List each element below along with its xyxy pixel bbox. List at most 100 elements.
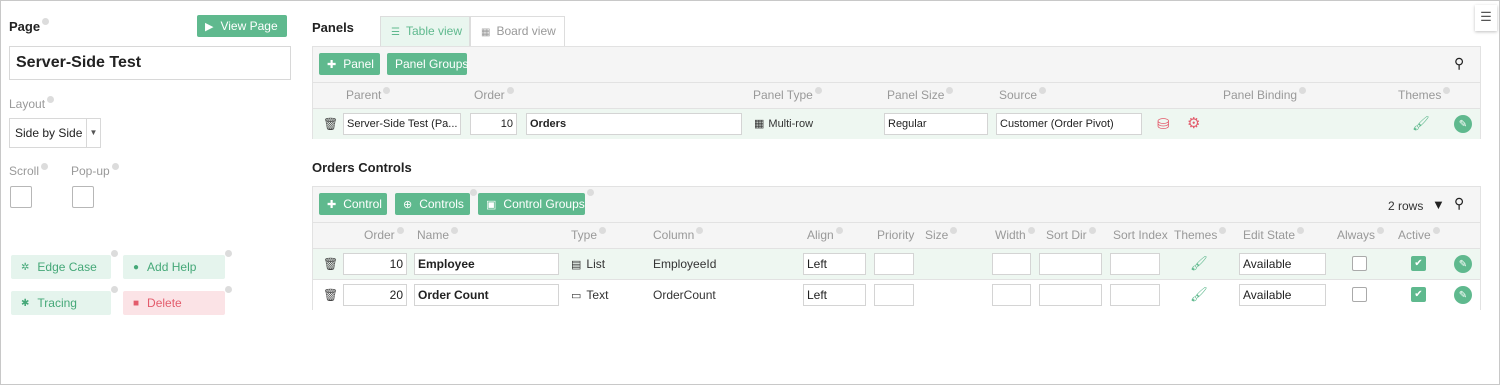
edge-case-button[interactable]: ✲ Edge Case bbox=[11, 255, 111, 279]
table-icon: ▦ bbox=[754, 118, 765, 130]
order-field[interactable]: 20 bbox=[343, 284, 407, 306]
priority-field[interactable] bbox=[874, 284, 914, 306]
edit-icon[interactable]: ✎ bbox=[1454, 286, 1472, 304]
add-help-button[interactable]: ● Add Help bbox=[123, 255, 225, 279]
panel-name-field[interactable]: Orders bbox=[526, 113, 742, 135]
controls-header-row: Order Name Type Column Align Priority Si… bbox=[313, 222, 1480, 248]
header-themes: Themes bbox=[1398, 87, 1451, 102]
view-page-label: View Page bbox=[220, 19, 278, 33]
column-cell: OrderCount bbox=[653, 288, 716, 302]
controls-grid: ✚ Control ⊕ Controls ▣ Control Groups 2 row… bbox=[312, 186, 1481, 310]
sort-index-field[interactable] bbox=[1110, 284, 1160, 306]
active-checkbox[interactable]: ✔ bbox=[1411, 256, 1426, 271]
sort-dir-field[interactable] bbox=[1039, 284, 1102, 306]
tracing-button[interactable]: ✱ Tracing bbox=[11, 291, 111, 315]
popup-label-wrap: Pop-up bbox=[71, 163, 119, 178]
tracing-label: Tracing bbox=[37, 296, 77, 310]
layout-select[interactable]: Side by Side ▼ bbox=[9, 118, 101, 148]
scroll-label-wrap: Scroll bbox=[9, 163, 49, 178]
edit-icon[interactable]: ✎ bbox=[1454, 115, 1472, 133]
panels-title: Panels bbox=[312, 20, 354, 35]
sort-index-field[interactable] bbox=[1110, 253, 1160, 275]
info-icon: ● bbox=[133, 261, 140, 273]
order-field[interactable]: 10 bbox=[343, 253, 407, 275]
order-field[interactable]: 10 bbox=[470, 113, 517, 135]
always-checkbox[interactable] bbox=[1352, 256, 1367, 271]
panels-header-row: Parent Order Panel Type Panel Size Sourc… bbox=[313, 82, 1480, 108]
header-panel-type: Panel Type bbox=[753, 87, 822, 102]
page-name-input[interactable]: Server-Side Test bbox=[9, 46, 291, 80]
panel-size-field[interactable]: Regular bbox=[884, 113, 988, 135]
header-width: Width bbox=[995, 227, 1035, 242]
parent-field[interactable]: Server-Side Test (Pa... bbox=[343, 113, 461, 135]
header-always: Always bbox=[1337, 227, 1385, 242]
help-icon[interactable] bbox=[225, 286, 232, 293]
popup-checkbox[interactable] bbox=[72, 186, 94, 208]
view-page-button[interactable]: ▶ View Page bbox=[197, 15, 287, 37]
row-count: 2 rows bbox=[1388, 199, 1424, 213]
help-icon[interactable] bbox=[111, 286, 118, 293]
scroll-label: Scroll bbox=[9, 164, 40, 178]
help-icon[interactable] bbox=[225, 250, 232, 257]
trash-icon: ■ bbox=[133, 297, 140, 309]
edit-icon[interactable]: ✎ bbox=[1454, 255, 1472, 273]
panel-row[interactable]: 🗑 Server-Side Test (Pa... 10 Orders ▦ Mul… bbox=[313, 108, 1480, 139]
edge-case-label: Edge Case bbox=[37, 260, 97, 274]
search-icon[interactable]: ⚲ bbox=[1454, 55, 1464, 72]
priority-field[interactable] bbox=[874, 253, 914, 275]
brush-icon[interactable]: 🖌 bbox=[1412, 115, 1430, 132]
trash-icon[interactable]: 🗑 bbox=[323, 117, 338, 131]
panel-groups-button[interactable]: Panel Groups bbox=[387, 53, 468, 75]
always-checkbox[interactable] bbox=[1352, 287, 1367, 302]
help-icon[interactable] bbox=[111, 250, 118, 257]
gears-icon[interactable]: ⚙ bbox=[1187, 114, 1200, 132]
brush-icon[interactable]: 🖌 bbox=[1190, 286, 1208, 303]
add-control-button[interactable]: ✚ Control bbox=[319, 193, 387, 215]
delete-button[interactable]: ■ Delete bbox=[123, 291, 225, 315]
controls-title: Orders Controls bbox=[312, 160, 412, 175]
add-control-label: Control bbox=[343, 197, 382, 211]
plus-icon: ✚ bbox=[327, 198, 337, 211]
help-icon[interactable] bbox=[41, 163, 49, 170]
brush-icon[interactable]: 🖌 bbox=[1190, 255, 1208, 272]
groups-icon: ▣ bbox=[486, 198, 497, 211]
table-row[interactable]: 🗑 20 Order Count ▭ Text OrderCount Left 🖌… bbox=[313, 279, 1480, 310]
align-field[interactable]: Left bbox=[803, 253, 866, 275]
trash-icon[interactable]: 🗑 bbox=[323, 288, 338, 302]
header-source: Source bbox=[999, 87, 1047, 102]
add-panel-button[interactable]: ✚ Panel bbox=[319, 53, 380, 75]
active-checkbox[interactable]: ✔ bbox=[1411, 287, 1426, 302]
layout-label-wrap: Layout bbox=[9, 96, 55, 111]
tab-table-view[interactable]: ☰ Table view bbox=[380, 16, 470, 46]
align-field[interactable]: Left bbox=[803, 284, 866, 306]
plus-icon: ✚ bbox=[327, 58, 337, 71]
width-field[interactable] bbox=[992, 284, 1031, 306]
scroll-checkbox[interactable] bbox=[10, 186, 32, 208]
name-field[interactable]: Employee bbox=[414, 253, 559, 275]
help-icon[interactable] bbox=[42, 18, 50, 25]
width-field[interactable] bbox=[992, 253, 1031, 275]
help-icon[interactable] bbox=[47, 96, 55, 103]
tab-board-view[interactable]: ▦ Board view bbox=[470, 16, 565, 46]
database-icon[interactable]: ⛁ bbox=[1157, 115, 1170, 133]
help-icon[interactable] bbox=[470, 189, 477, 196]
help-icon[interactable] bbox=[111, 163, 119, 170]
source-field[interactable]: Customer (Order Pivot) bbox=[996, 113, 1142, 135]
popup-label: Pop-up bbox=[71, 164, 110, 178]
header-type: Type bbox=[571, 227, 607, 242]
plus-circle-icon: ⊕ bbox=[403, 198, 413, 211]
control-groups-button[interactable]: ▣ Control Groups bbox=[478, 193, 585, 215]
name-field[interactable]: Order Count bbox=[414, 284, 559, 306]
search-icon[interactable]: ⚲ bbox=[1454, 195, 1464, 212]
edit-state-field[interactable]: Available bbox=[1239, 284, 1326, 306]
trash-icon[interactable]: 🗑 bbox=[323, 257, 338, 271]
edit-state-field[interactable]: Available bbox=[1239, 253, 1326, 275]
bug-icon: ✱ bbox=[21, 297, 30, 309]
controls-button[interactable]: ⊕ Controls bbox=[395, 193, 470, 215]
help-icon[interactable] bbox=[587, 189, 594, 196]
menu-icon[interactable]: ☰ bbox=[1475, 5, 1497, 31]
sort-dir-field[interactable] bbox=[1039, 253, 1102, 275]
header-size: Size bbox=[925, 227, 958, 242]
filter-icon[interactable]: ▼ bbox=[1432, 197, 1445, 212]
table-row[interactable]: 🗑 10 Employee ▤ List EmployeeId Left 🖌 Av… bbox=[313, 248, 1480, 279]
